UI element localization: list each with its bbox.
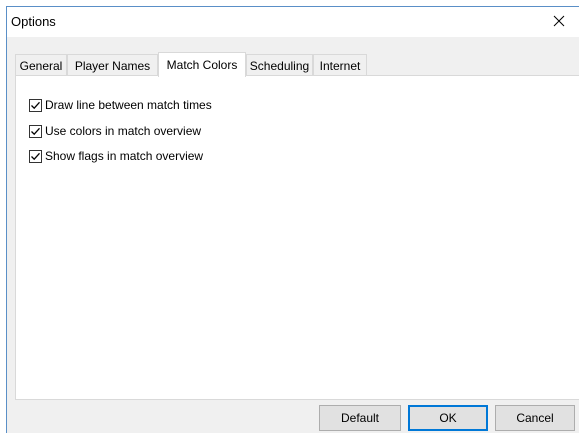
default-button[interactable]: Default [319,405,401,431]
show-flags-checkbox[interactable]: Show flags in match overview [29,147,203,165]
window-title: Options [11,14,56,29]
options-dialog: Options General Player Names Match Color… [6,6,579,433]
check-icon [31,152,40,160]
check-icon [31,101,40,109]
close-icon [553,15,565,30]
check-icon [31,127,40,135]
tab-internet[interactable]: Internet [313,54,367,76]
use-colors-checkbox[interactable]: Use colors in match overview [29,122,201,140]
close-button[interactable] [539,7,579,37]
tab-scheduling[interactable]: Scheduling [246,54,313,76]
ok-button[interactable]: OK [408,405,488,431]
tab-general[interactable]: General [15,54,67,76]
tab-match-colors[interactable]: Match Colors [158,52,246,77]
tab-strip: General Player Names Match Colors Schedu… [15,52,571,77]
checkbox-label: Draw line between match times [45,98,212,112]
cancel-button[interactable]: Cancel [495,405,575,431]
checkbox[interactable] [29,149,42,163]
draw-line-checkbox[interactable]: Draw line between match times [29,96,212,114]
tab-panel-match-colors: Draw line between match times Use colors… [15,75,579,400]
tab-player-names[interactable]: Player Names [67,54,158,76]
checkbox-label: Show flags in match overview [45,149,204,163]
title-bar: Options [7,7,579,37]
checkbox[interactable] [29,124,42,138]
checkbox[interactable] [29,98,42,112]
checkbox-label: Use colors in match overview [45,124,202,138]
